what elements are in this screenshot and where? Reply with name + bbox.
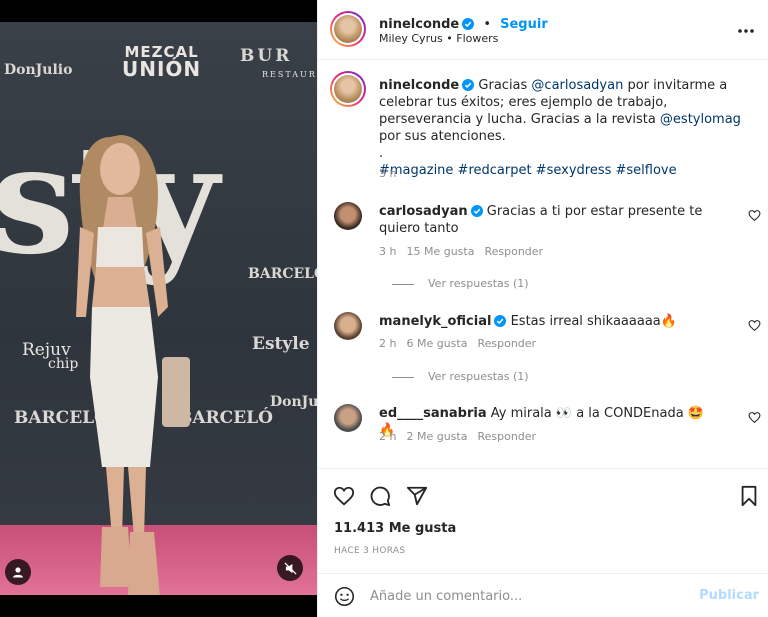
publish-button[interactable]: Publicar: [699, 588, 759, 603]
caption-avatar[interactable]: [330, 71, 366, 107]
comment-likes[interactable]: 6 Me gusta: [406, 337, 467, 350]
backdrop-logo: BARCELÓ: [248, 266, 317, 282]
mute-icon: [283, 561, 297, 575]
comment-avatar[interactable]: [334, 312, 362, 340]
backdrop-logo: Estyle: [252, 334, 310, 354]
backdrop-logo: MEZCAL UNIÓN: [122, 43, 202, 81]
like-comment-icon[interactable]: [748, 411, 761, 424]
comment-input[interactable]: [370, 586, 690, 606]
comment-text: Estas irreal shikaaaaaa🔥: [510, 314, 677, 329]
more-options-button[interactable]: [737, 19, 755, 38]
backdrop-logo: RESTAURA: [262, 70, 317, 79]
author-avatar[interactable]: [330, 11, 366, 47]
comment-icon[interactable]: [369, 485, 391, 507]
caption-hashtags[interactable]: #magazine #redcarpet #sexydress #selflov…: [379, 162, 749, 179]
reply-button[interactable]: Responder: [477, 337, 536, 350]
post-media[interactable]: sty DonJulio MEZCAL UNIÓN BUR RESTAURA B…: [0, 0, 317, 617]
comment-username[interactable]: ed____sanabria: [379, 406, 487, 421]
backdrop-logo: DonJulio: [270, 394, 317, 410]
like-icon[interactable]: [333, 485, 355, 507]
add-comment-bar: Publicar: [318, 573, 768, 617]
emoji-icon[interactable]: [334, 586, 355, 607]
person-figure: [76, 135, 190, 595]
header-user-row: ninelconde • Seguir: [379, 13, 548, 32]
post-sidebar: ninelconde • Seguir Miley Cyrus • Flower…: [317, 0, 768, 617]
post-header: ninelconde • Seguir Miley Cyrus • Flower…: [318, 0, 768, 60]
verified-badge-icon: [462, 79, 475, 91]
comment-time: 2 h: [379, 430, 397, 443]
verified-badge-icon: [494, 315, 507, 327]
like-comment-icon[interactable]: [748, 209, 761, 222]
share-icon[interactable]: [406, 485, 428, 507]
comment-meta: 2 h 2 Me gusta Responder: [379, 430, 546, 443]
more-horizontal-icon: [738, 29, 754, 33]
header-separator: •: [483, 17, 492, 32]
comment-likes[interactable]: 15 Me gusta: [406, 245, 474, 258]
tagged-users-button[interactable]: [5, 559, 31, 585]
caption-time: 3 h: [379, 167, 397, 180]
save-icon[interactable]: [739, 485, 759, 507]
reply-button[interactable]: Responder: [477, 430, 536, 443]
backdrop-logo: DonJulio: [4, 62, 73, 78]
likes-count[interactable]: 11.413 Me gusta: [334, 521, 456, 536]
comments-section[interactable]: ninelconde Gracias @carlosadyan por invi…: [318, 61, 768, 468]
post-caption: ninelconde Gracias @carlosadyan por invi…: [379, 77, 749, 179]
follow-button[interactable]: Seguir: [500, 17, 548, 32]
caption-dot: .: [379, 146, 384, 161]
view-replies-button[interactable]: Ver respuestas (1): [392, 370, 529, 383]
mention-link[interactable]: @estylomag: [660, 112, 741, 127]
backdrop-logo: BUR: [240, 46, 293, 66]
mute-button[interactable]: [277, 555, 303, 581]
verified-badge-icon: [462, 18, 475, 30]
comment-time: 2 h: [379, 337, 397, 350]
comment-meta: 2 h 6 Me gusta Responder: [379, 337, 546, 350]
comment-username[interactable]: carlosadyan: [379, 204, 468, 219]
mention-link[interactable]: @carlosadyan: [531, 78, 623, 93]
comment-time: 3 h: [379, 245, 397, 258]
like-comment-icon[interactable]: [748, 319, 761, 332]
view-replies-button[interactable]: Ver respuestas (1): [392, 277, 529, 290]
comment-username[interactable]: manelyk_oficial: [379, 314, 491, 329]
post-date[interactable]: HACE 3 HORAS: [334, 546, 405, 556]
reply-button[interactable]: Responder: [484, 245, 543, 258]
author-username[interactable]: ninelconde: [379, 17, 459, 32]
user-icon: [13, 567, 23, 578]
comment-body: carlosadyan Gracias a ti por estar prese…: [379, 203, 719, 237]
comment-avatar[interactable]: [334, 202, 362, 230]
comment-body: manelyk_oficial Estas irreal shikaaaaaa🔥: [379, 313, 719, 330]
comment-avatar[interactable]: [334, 404, 362, 432]
post-actions: 11.413 Me gusta HACE 3 HORAS: [318, 468, 768, 571]
verified-badge-icon: [470, 205, 483, 217]
comment-meta: 3 h 15 Me gusta Responder: [379, 245, 553, 258]
post-photo[interactable]: sty DonJulio MEZCAL UNIÓN BUR RESTAURA B…: [0, 22, 317, 595]
audio-track-link[interactable]: Miley Cyrus • Flowers: [379, 32, 498, 45]
caption-username[interactable]: ninelconde: [379, 78, 459, 93]
comment-likes[interactable]: 2 Me gusta: [406, 430, 467, 443]
